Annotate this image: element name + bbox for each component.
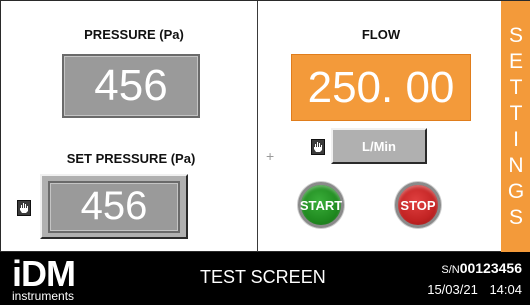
serial-value: 00123456 [459,260,522,276]
settings-letter: G [507,180,525,203]
settings-letter: T [509,76,523,99]
settings-letter: S [508,206,523,229]
set-pressure-value: 456 [48,180,180,233]
date-time: 15/03/21 14:04 [427,282,522,297]
pressure-label: PRESSURE (Pa) [84,27,184,42]
set-pressure-label: SET PRESSURE (Pa) [66,151,196,166]
settings-letter: N [508,154,524,177]
logo-main-text: iDM [12,253,76,294]
stop-button[interactable]: STOP [395,182,441,228]
company-logo: iDM instruments [8,253,100,303]
logo-sub-text: instruments [12,289,75,303]
set-pressure-input[interactable]: 456 [40,174,188,239]
footer-bar: iDM instruments TEST SCREEN S/N00123456 … [0,252,530,305]
hand-icon[interactable] [17,200,31,216]
settings-letter: T [509,102,523,125]
flow-unit-button[interactable]: L/Min [331,128,427,164]
main-screen: PRESSURE (Pa) 456 SET PRESSURE (Pa) 456 … [0,0,530,253]
settings-letter: S [508,24,523,47]
serial-prefix: S/N [441,264,460,276]
serial-number: S/N00123456 [441,260,522,276]
settings-letter: E [508,50,523,73]
flow-label: FLOW [361,27,401,42]
pressure-display: 456 [62,54,200,118]
start-button[interactable]: START [298,182,344,228]
time-value: 14:04 [489,282,522,297]
date-value: 15/03/21 [427,282,478,297]
flow-display: 250. 00 [291,54,471,121]
settings-letter: I [513,128,519,151]
hand-icon[interactable] [311,139,325,155]
screen-title: TEST SCREEN [200,267,326,287]
crosshair-icon: + [266,148,275,164]
settings-tab[interactable]: S E T T I N G S [501,1,530,253]
panel-divider [257,1,258,253]
